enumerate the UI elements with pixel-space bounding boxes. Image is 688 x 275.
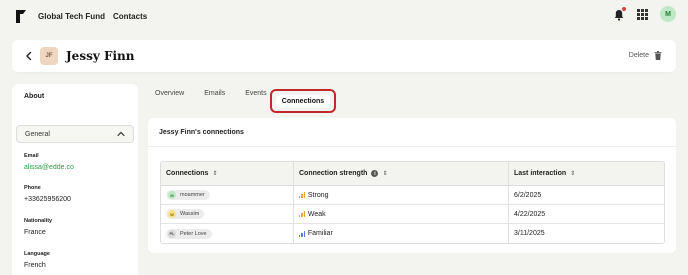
top-bar: Global Tech Fund Contacts M [0,0,688,32]
tab-connections[interactable]: Connections [275,94,331,108]
contact-header: JF Jessy Finn Delete [12,40,676,72]
top-icons: M [613,6,676,22]
last-interaction: 6/2/2025 [514,191,542,199]
tab-connections-highlight: Connections [270,89,336,113]
chevron-up-icon [117,131,125,137]
connections-panel: Jessy Finn's connections Connections ⇕ C… [148,118,676,253]
sort-icon[interactable]: ⇕ [570,170,575,177]
delete-label: Delete [628,52,649,59]
connection-avatar: M [168,191,176,199]
last-interaction: 3/11/2025 [514,230,545,237]
user-avatar[interactable]: M [660,6,676,22]
email-value[interactable]: alissa@edde.co [24,164,74,171]
signal-strength-icon [299,230,305,237]
general-section-toggle[interactable]: General [16,125,134,143]
table-row[interactable]: PL Peter Love Familiar 3/11/2025 [161,224,664,243]
table-row[interactable]: M moammer Strong 6/2/2025 [161,186,664,205]
sort-icon[interactable]: ⇕ [212,170,217,177]
table-header: Connections ⇕ Connection strength i ⇕ La… [161,162,664,186]
connections-title: Jessy Finn's connections [159,129,244,136]
divider [148,146,676,147]
col-connections[interactable]: Connections ⇕ [161,162,294,185]
logo-icon[interactable] [16,9,26,23]
signal-strength-icon [299,211,305,217]
connection-name: Wassim [180,211,200,217]
col-connection-strength[interactable]: Connection strength i ⇕ [294,162,509,185]
phone-field: Phone +33625956200 [24,185,71,203]
contact-name: Jessy Finn [66,49,135,63]
connection-name: moammer [180,192,205,198]
language-label: Language [24,251,50,257]
nationality-label: Nationality [24,218,53,224]
tab-overview[interactable]: Overview [155,90,184,97]
signal-strength-icon [299,192,305,198]
contact-tabs: Overview Emails Events [155,90,287,97]
connection-chip[interactable]: M moammer [166,190,210,200]
phone-label: Phone [24,185,41,191]
general-label: General [25,130,50,138]
nationality-field: Nationality France [24,218,52,236]
col-last-interaction[interactable]: Last interaction ⇕ [509,162,664,185]
connection-strength: Weak [307,210,326,218]
connection-name: Peter Love [180,230,207,237]
about-heading: About [24,93,45,100]
connection-avatar: W [168,210,176,218]
connection-chip[interactable]: PL Peter Love [166,228,212,239]
info-icon[interactable]: i [371,170,379,177]
contact-initials-avatar: JF [40,47,58,65]
sort-icon[interactable]: ⇕ [382,170,387,177]
connection-strength: Strong [307,191,329,199]
language-value: French [24,262,46,269]
notification-dot [622,7,626,11]
col-strength-label: Connection strength [299,170,368,177]
section-title[interactable]: Contacts [113,12,147,21]
col-last-interaction-label: Last interaction [514,170,567,177]
tab-events[interactable]: Events [245,90,266,97]
connection-strength: Familiar [307,230,333,237]
connection-chip[interactable]: W Wassim [166,209,205,219]
connection-avatar: PL [168,229,176,238]
bell-icon[interactable] [613,7,626,21]
table-row[interactable]: W Wassim Weak 4/22/2025 [161,205,664,224]
trash-icon [654,51,662,60]
apps-grid-icon[interactable] [637,8,648,20]
phone-value: +33625956200 [24,196,71,203]
connections-table: Connections ⇕ Connection strength i ⇕ La… [160,161,665,244]
back-arrow-icon[interactable] [24,51,34,61]
about-sidebar: About General Email alissa@edde.co Phone… [12,84,138,275]
brand-name[interactable]: Global Tech Fund [38,12,105,21]
email-field: Email alissa@edde.co [24,153,74,171]
col-connections-label: Connections [166,170,209,177]
language-field: Language French [24,251,50,269]
delete-button[interactable]: Delete [629,51,662,60]
last-interaction: 4/22/2025 [514,210,546,218]
email-label: Email [24,153,39,159]
tab-emails[interactable]: Emails [204,90,225,97]
nationality-value: France [24,229,46,236]
